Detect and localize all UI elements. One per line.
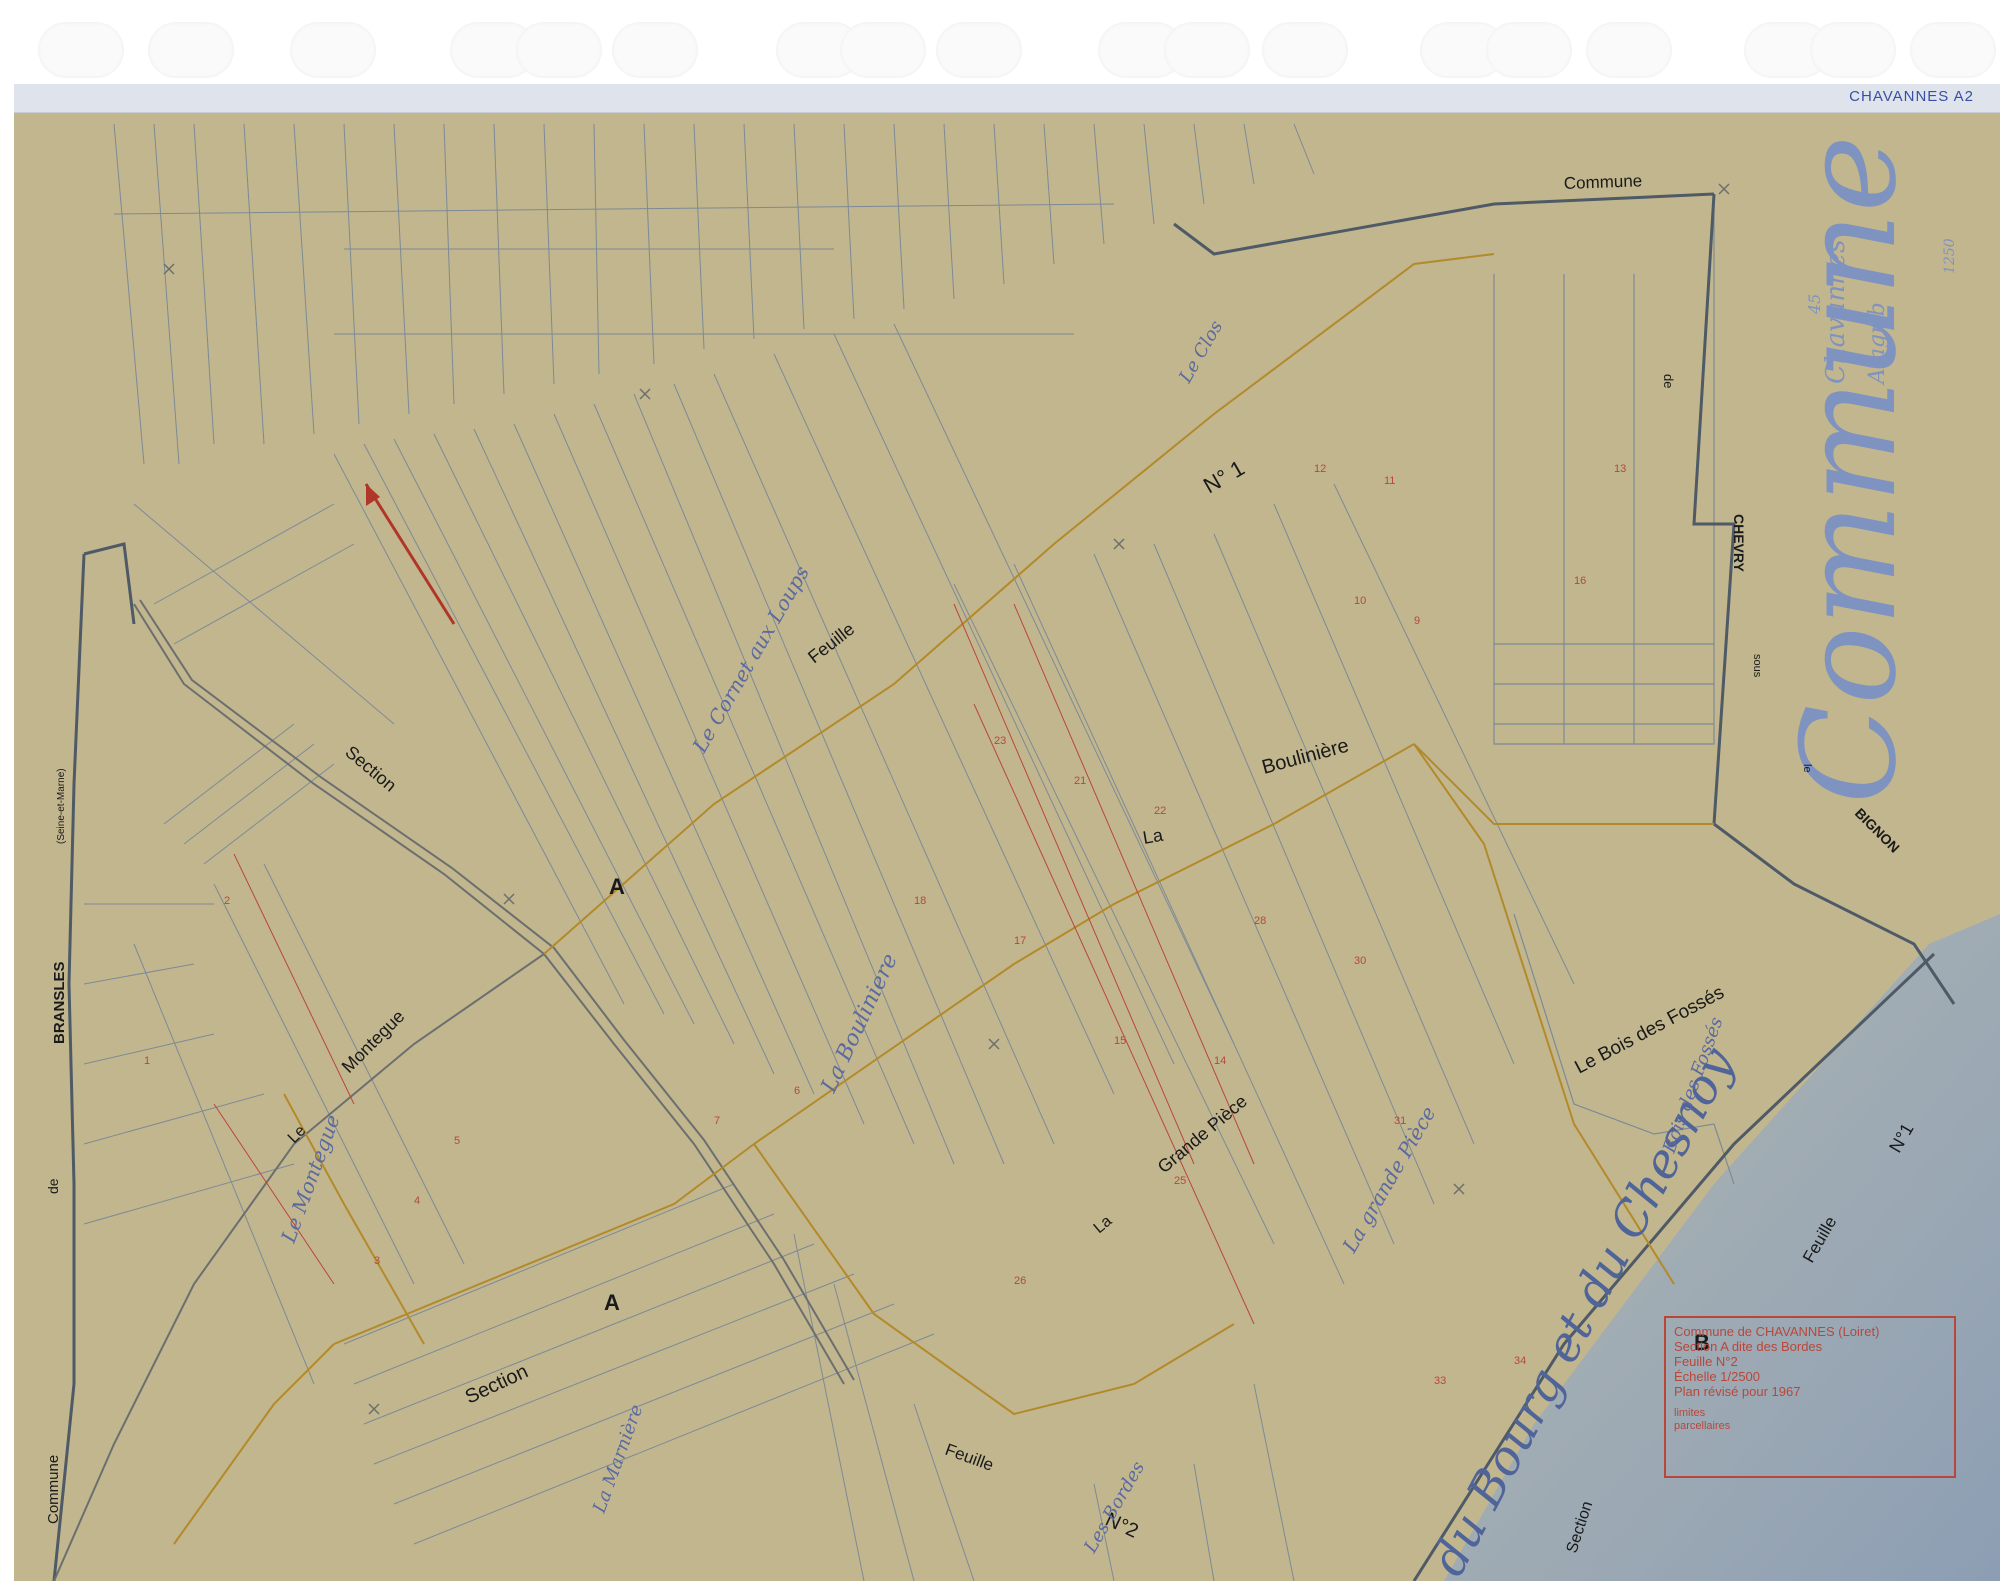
punch-hole [612, 22, 698, 78]
title-block: Commune de CHAVANNES (Loiret) Section A … [1664, 1316, 1956, 1478]
feuille-label-1: Feuille [804, 619, 858, 667]
svg-text:23: 23 [994, 735, 1006, 747]
title-echelle: Échelle 1/2500 [1674, 1369, 1761, 1384]
punch-hole [936, 22, 1022, 78]
section-boundary [173, 253, 1714, 1545]
title-revision: Plan révisé pour 1967 [1674, 1384, 1801, 1399]
svg-text:7: 7 [714, 1115, 720, 1127]
svg-text:4: 4 [414, 1195, 420, 1207]
chevry-label: CHEVRY [1731, 514, 1747, 572]
svg-text:2: 2 [224, 895, 230, 907]
punch-hole [290, 22, 376, 78]
section-letter-a-2: A [604, 1290, 620, 1315]
punch-hole [1486, 22, 1572, 78]
section-label-1: Section [341, 742, 400, 796]
title-commune: Commune de CHAVANNES (Loiret) [1674, 1324, 1880, 1339]
chavannes-label: Chavannes [1821, 239, 1851, 384]
punch-hole [38, 22, 124, 78]
section-label-2: Section [462, 1360, 532, 1408]
punch-hole [1262, 22, 1348, 78]
script-label-bouliniere: La Bouliniere [816, 950, 903, 1098]
script-label-clos: Le Clos [1175, 317, 1228, 387]
le-montegue-label: Montegue [338, 1006, 409, 1077]
punch-hole [516, 22, 602, 78]
number-45-label: 45 [1805, 294, 1824, 315]
a-agr-b-label: A agr b [1865, 302, 1890, 386]
title-legend-1: limites [1674, 1407, 1706, 1419]
punch-hole [1910, 22, 1996, 78]
binder-strip [0, 0, 2000, 84]
le-small-label: le [1801, 764, 1813, 773]
la-label-2: La [1091, 1213, 1116, 1238]
title-legend-2: parcellaires [1674, 1420, 1731, 1432]
seine-et-marne-label: (Seine-et-Marne) [56, 768, 67, 844]
punch-hole [840, 22, 926, 78]
feuille-number-1: N° 1 [1199, 455, 1249, 498]
svg-text:15: 15 [1114, 1035, 1126, 1047]
svg-text:30: 30 [1354, 955, 1366, 967]
svg-text:25: 25 [1174, 1175, 1186, 1187]
reference-code: CHAVANNES A2 [1849, 88, 1974, 105]
svg-text:16: 16 [1574, 575, 1586, 587]
svg-text:13: 13 [1614, 463, 1626, 475]
la-label-1: La [1141, 825, 1165, 848]
archive-tape: CHAVANNES A2 [14, 84, 2000, 113]
script-label-cornet: Le Cornet aux Loups [687, 562, 814, 758]
parcel-lines-diagonal [333, 323, 1575, 1285]
section-letter-a-1: A [609, 874, 625, 899]
parcel-lines-upper [113, 123, 1315, 465]
svg-text:10: 10 [1354, 595, 1366, 607]
svg-text:17: 17 [1014, 935, 1026, 947]
cadastral-sheet: 12 11 13 10 9 23 21 22 18 17 28 30 15 14 31 765 43… [14, 84, 2000, 1581]
script-label-marniere: La Marnière [589, 1402, 648, 1517]
svg-text:3: 3 [374, 1255, 380, 1267]
sous-label: sous [1751, 654, 1763, 678]
parcel-numbers: 121113 10923 212218 172830 151431 765 43… [144, 463, 1626, 1387]
parcel-lines-left [83, 503, 465, 1385]
commune-left-label: Commune [45, 1455, 62, 1524]
bignon-label: BIGNON [1852, 805, 1903, 856]
feuille-label-2: Feuille [943, 1440, 997, 1475]
svg-text:12: 12 [1314, 463, 1326, 475]
svg-text:33: 33 [1434, 1375, 1446, 1387]
script-label-grande-piece: La grande Pièce [1337, 1102, 1441, 1257]
script-label-bordes: Les Bordes [1080, 1458, 1150, 1557]
svg-text:26: 26 [1014, 1275, 1026, 1287]
svg-text:11: 11 [1384, 475, 1395, 487]
svg-text:6: 6 [794, 1085, 800, 1097]
punch-hole [1164, 22, 1250, 78]
punch-hole [148, 22, 234, 78]
commune-big-label: Commune [1773, 135, 1925, 804]
svg-text:5: 5 [454, 1135, 460, 1147]
svg-text:21: 21 [1074, 775, 1086, 787]
de-label: de [1661, 374, 1676, 388]
punch-hole [1810, 22, 1896, 78]
svg-text:31: 31 [1394, 1115, 1406, 1127]
svg-text:1: 1 [144, 1055, 150, 1067]
bransles-label: BRANSLES [51, 961, 68, 1044]
le-label-montegue: Le [285, 1122, 310, 1147]
commune-top-label: Commune [1563, 171, 1642, 193]
main-road [53, 599, 855, 1581]
title-feuille: Feuille N°2 [1674, 1354, 1738, 1369]
title-section: Section A dite des Bordes [1674, 1339, 1823, 1354]
svg-text:22: 22 [1154, 805, 1166, 817]
la-bouliniere-label: Boulinière [1260, 735, 1352, 779]
blue-shaded-area [1444, 914, 2000, 1581]
svg-text:14: 14 [1214, 1055, 1226, 1067]
punch-hole [1586, 22, 1672, 78]
svg-text:28: 28 [1254, 915, 1266, 927]
svg-text:9: 9 [1414, 615, 1420, 627]
svg-text:18: 18 [914, 895, 926, 907]
north-arrow [364, 483, 456, 625]
number-1250-label: 1250 [1942, 238, 1958, 274]
de-left-label: de [45, 1178, 61, 1194]
